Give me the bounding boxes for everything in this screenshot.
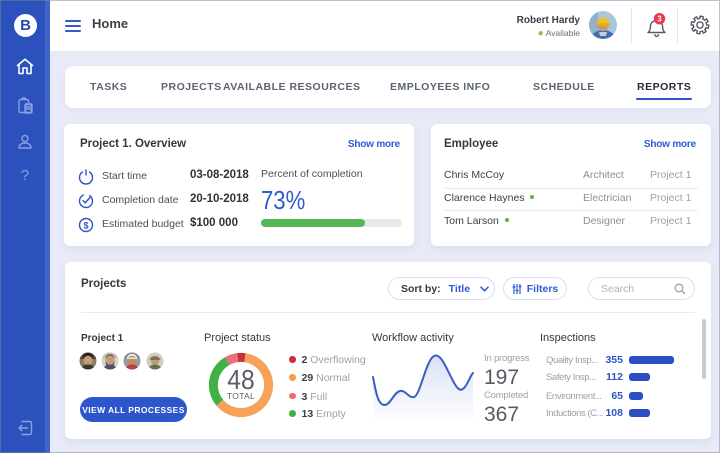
svg-text:3: 3 [657, 15, 662, 24]
svg-text:$: $ [83, 221, 88, 231]
